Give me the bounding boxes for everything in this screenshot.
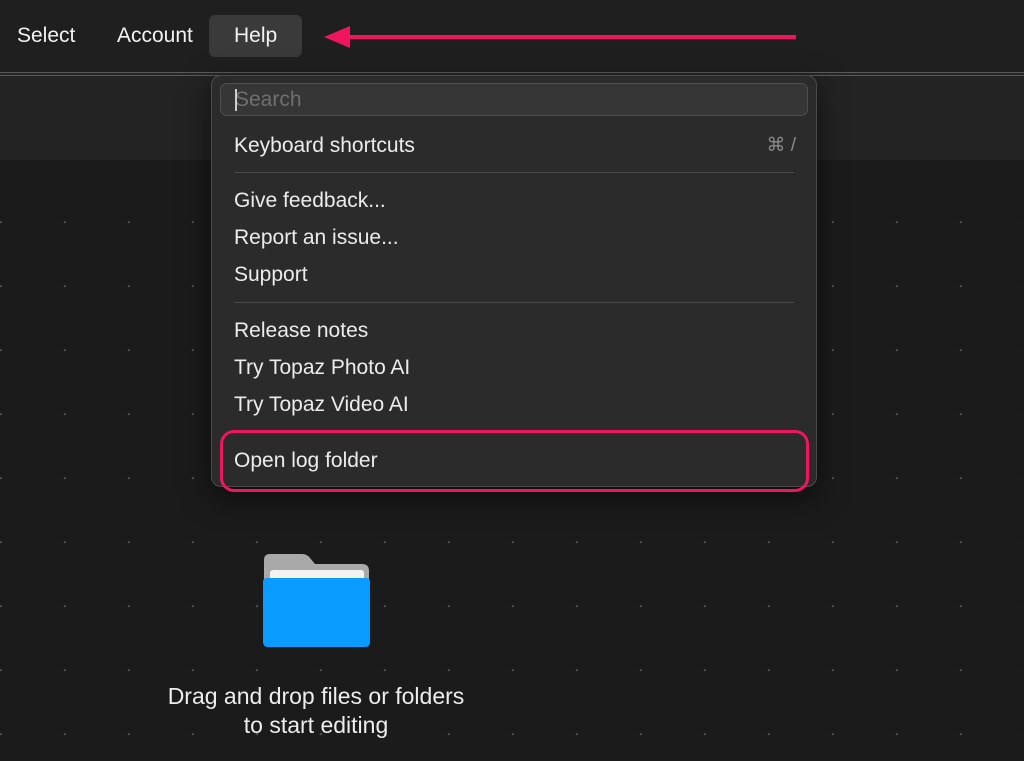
- dropzone-line-2: to start editing: [243, 712, 389, 738]
- menu-item-give-feedback[interactable]: Give feedback...: [212, 184, 816, 218]
- menu-item-open-log-folder[interactable]: Open log folder: [212, 444, 816, 478]
- menu-item-try-photo-ai[interactable]: Try Topaz Photo AI: [212, 351, 816, 385]
- menu-help[interactable]: Help: [209, 15, 303, 57]
- dropzone-message: Drag and drop files or folders to start …: [116, 682, 516, 740]
- help-dropdown-menu: Keyboard shortcuts ⌘ / Give feedback... …: [211, 75, 817, 487]
- menu-item-label: Keyboard shortcuts: [234, 134, 415, 157]
- menu-item-support[interactable]: Support: [212, 258, 816, 292]
- menu-divider: [234, 302, 794, 303]
- menu-divider: [234, 432, 794, 433]
- app-window: Select Account Help Keyboard shortcuts ⌘…: [0, 0, 1024, 761]
- dropzone-line-1: Drag and drop files or folders: [167, 683, 465, 709]
- menu-divider: [234, 172, 794, 173]
- text-cursor: [235, 89, 237, 111]
- menu-account[interactable]: Account: [92, 15, 218, 57]
- folder-icon: [263, 554, 370, 647]
- annotation-arrow-icon: [324, 26, 796, 48]
- menu-item-release-notes[interactable]: Release notes: [212, 314, 816, 348]
- menu-select[interactable]: Select: [0, 15, 100, 57]
- menu-item-keyboard-shortcuts[interactable]: Keyboard shortcuts ⌘ /: [212, 129, 816, 163]
- menu-item-try-video-ai[interactable]: Try Topaz Video AI: [212, 388, 816, 422]
- menu-item-report-issue[interactable]: Report an issue...: [212, 221, 816, 255]
- shortcut-hint: ⌘ /: [766, 135, 796, 156]
- menu-search-input[interactable]: [220, 83, 808, 116]
